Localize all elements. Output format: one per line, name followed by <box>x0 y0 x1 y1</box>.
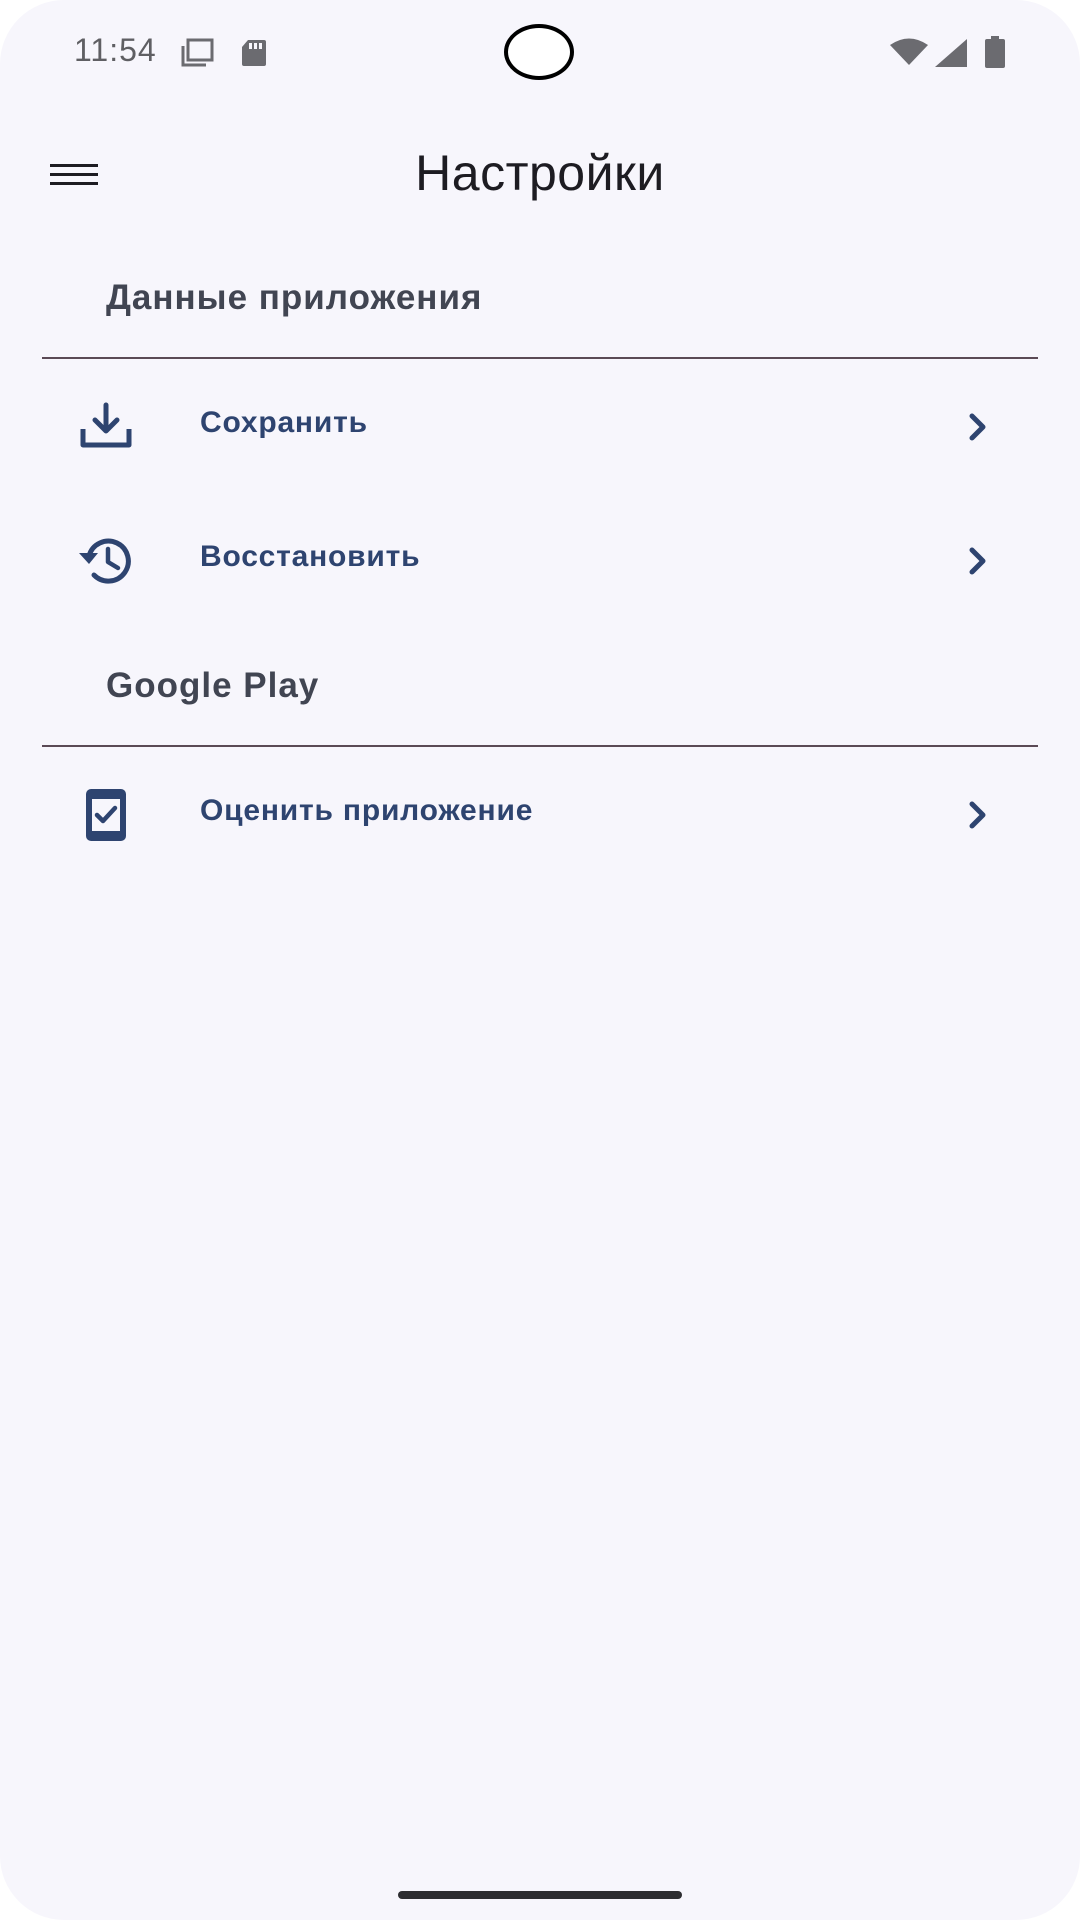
chevron-right-icon <box>958 541 998 581</box>
chevron-right-icon <box>958 407 998 447</box>
rate-app-row[interactable]: Оценить приложение <box>0 748 1080 882</box>
rate-app-label: Оценить приложение <box>200 794 534 827</box>
status-bar: 11:54 <box>0 0 1080 104</box>
status-time: 11:54 <box>74 32 157 68</box>
save-label: Сохранить <box>200 406 368 439</box>
sd-card-icon <box>242 40 266 66</box>
app-bar: Настройки <box>0 120 1080 230</box>
section-header-google-play: Google Play <box>106 666 320 705</box>
section-divider <box>42 357 1038 359</box>
rate-app-icon <box>76 785 136 845</box>
home-indicator[interactable] <box>398 1891 682 1899</box>
save-row[interactable]: Сохранить <box>0 360 1080 494</box>
download-icon <box>76 397 136 457</box>
section-header-app-data: Данные приложения <box>106 278 483 317</box>
wifi-icon <box>890 38 928 65</box>
restore-row[interactable]: Восстановить <box>0 494 1080 628</box>
page-title: Настройки <box>415 145 665 201</box>
settings-screen: 11:54 Настройки Данные приложения Сохран… <box>0 0 1080 1920</box>
camera-cutout <box>504 24 574 80</box>
section-divider <box>42 745 1038 747</box>
history-icon <box>76 531 136 591</box>
signal-icon <box>935 39 967 67</box>
restore-label: Восстановить <box>200 540 421 573</box>
chevron-right-icon <box>958 795 998 835</box>
screenshot-icon <box>181 38 214 67</box>
battery-icon <box>985 36 1005 68</box>
